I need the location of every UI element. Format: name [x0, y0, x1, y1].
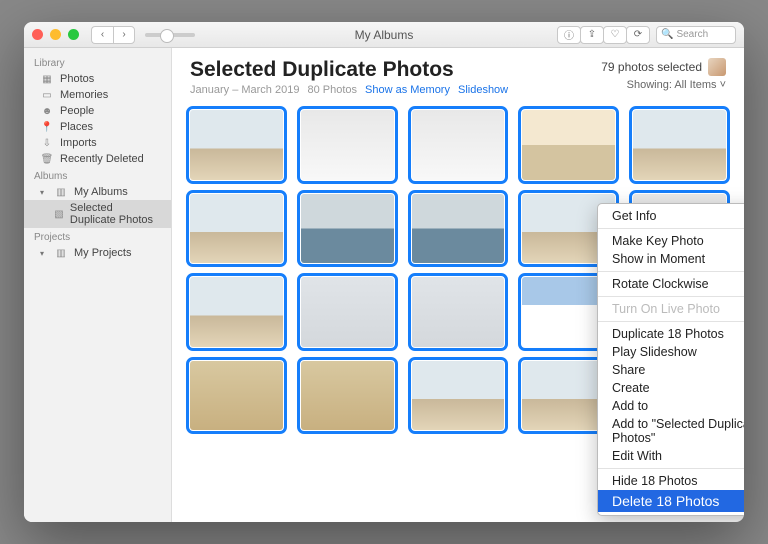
menu-separator: [598, 271, 744, 272]
photo-thumbnail[interactable]: [301, 361, 394, 431]
sidebar: Library ▦Photos ▭Memories ☻People 📍Place…: [24, 48, 172, 522]
context-menu: Get Info Make Key Photo Show in Moment R…: [597, 203, 744, 516]
photo-thumbnail[interactable]: [190, 194, 283, 264]
menu-separator: [598, 468, 744, 469]
chevron-down-icon: ˅: [720, 79, 726, 91]
rotate-button[interactable]: ⟳: [626, 26, 650, 44]
app-window: ‹ › My Albums ⓘ ⇪ ♡ ⟳ 🔍 Search Library ▦…: [24, 22, 744, 522]
menu-duplicate[interactable]: Duplicate 18 Photos: [598, 325, 744, 343]
folder-icon: ▥: [54, 247, 68, 259]
disclosure-icon[interactable]: ▾: [40, 188, 48, 197]
showing-filter[interactable]: Showing: All Items ˅: [601, 79, 726, 91]
menu-create[interactable]: Create▶: [598, 379, 744, 397]
menu-rotate-clockwise[interactable]: Rotate Clockwise: [598, 275, 744, 293]
search-placeholder: Search: [676, 29, 708, 40]
forward-button[interactable]: ›: [113, 26, 135, 44]
menu-separator: [598, 296, 744, 297]
photo-thumbnail[interactable]: [301, 194, 394, 264]
sidebar-item-my-projects[interactable]: ▾▥My Projects: [24, 245, 171, 261]
sidebar-group-albums: Albums: [24, 167, 171, 184]
memories-icon: ▭: [40, 89, 54, 101]
sidebar-item-recently-deleted[interactable]: 🗑Recently Deleted: [24, 151, 171, 167]
titlebar: ‹ › My Albums ⓘ ⇪ ♡ ⟳ 🔍 Search: [24, 22, 744, 48]
disclosure-icon[interactable]: ▾: [40, 249, 48, 258]
search-icon: 🔍: [661, 29, 673, 40]
photo-thumbnail[interactable]: [412, 110, 505, 180]
minimize-window-button[interactable]: [50, 29, 61, 40]
sidebar-item-photos[interactable]: ▦Photos: [24, 71, 171, 87]
sidebar-group-projects: Projects: [24, 228, 171, 245]
window-controls: [32, 29, 79, 40]
share-button[interactable]: ⇪: [580, 26, 604, 44]
slideshow-link[interactable]: Slideshow: [458, 84, 508, 96]
photo-thumbnail[interactable]: [301, 110, 394, 180]
menu-add-to[interactable]: Add to▶: [598, 397, 744, 415]
photos-icon: ▦: [40, 73, 54, 85]
show-as-memory-link[interactable]: Show as Memory: [365, 84, 450, 96]
places-icon: 📍: [40, 121, 54, 133]
zoom-slider[interactable]: [145, 33, 195, 37]
photo-thumbnail[interactable]: [190, 277, 283, 347]
favorite-button[interactable]: ♡: [603, 26, 627, 44]
menu-delete[interactable]: Delete 18 Photos: [598, 490, 744, 512]
menu-share[interactable]: Share▶: [598, 361, 744, 379]
album-icon: ▧: [54, 208, 64, 220]
menu-edit-with[interactable]: Edit With▶: [598, 447, 744, 465]
selection-count: 79 photos selected: [601, 60, 702, 74]
menu-separator: [598, 228, 744, 229]
menu-separator: [598, 321, 744, 322]
people-icon: ☻: [40, 105, 54, 117]
sidebar-item-people[interactable]: ☻People: [24, 103, 171, 119]
menu-live-photo: Turn On Live Photo: [598, 300, 744, 318]
sidebar-item-selected-duplicates[interactable]: ▧Selected Duplicate Photos: [24, 200, 171, 228]
imports-icon: ⇩: [40, 137, 54, 149]
back-button[interactable]: ‹: [91, 26, 113, 44]
info-button[interactable]: ⓘ: [557, 26, 581, 44]
sidebar-item-memories[interactable]: ▭Memories: [24, 87, 171, 103]
menu-show-in-moment[interactable]: Show in Moment: [598, 250, 744, 268]
photo-thumbnail[interactable]: [301, 277, 394, 347]
photo-count: 80 Photos: [307, 84, 357, 96]
close-window-button[interactable]: [32, 29, 43, 40]
window-title: My Albums: [355, 28, 414, 42]
menu-play-slideshow[interactable]: Play Slideshow: [598, 343, 744, 361]
sidebar-item-my-albums[interactable]: ▾▥My Albums: [24, 184, 171, 200]
menu-make-key-photo[interactable]: Make Key Photo: [598, 232, 744, 250]
zoom-window-button[interactable]: [68, 29, 79, 40]
photo-thumbnail[interactable]: [522, 110, 615, 180]
menu-get-info[interactable]: Get Info: [598, 207, 744, 225]
page-title: Selected Duplicate Photos: [190, 58, 508, 82]
photo-thumbnail[interactable]: [190, 110, 283, 180]
trash-icon: 🗑: [40, 153, 54, 165]
photo-thumbnail[interactable]: [412, 277, 505, 347]
folder-icon: ▥: [54, 186, 68, 198]
search-input[interactable]: 🔍 Search: [656, 26, 736, 44]
photo-thumbnail[interactable]: [412, 361, 505, 431]
date-range: January – March 2019: [190, 84, 299, 96]
photo-thumbnail[interactable]: [633, 110, 726, 180]
menu-add-to-album[interactable]: Add to "Selected Duplicate Photos": [598, 415, 744, 447]
sidebar-item-places[interactable]: 📍Places: [24, 119, 171, 135]
sidebar-group-library: Library: [24, 54, 171, 71]
photo-thumbnail[interactable]: [412, 194, 505, 264]
photo-thumbnail[interactable]: [190, 361, 283, 431]
sidebar-item-imports[interactable]: ⇩Imports: [24, 135, 171, 151]
main-content: Selected Duplicate Photos January – Marc…: [172, 48, 744, 522]
nav-buttons: ‹ ›: [91, 26, 135, 44]
menu-hide[interactable]: Hide 18 Photos: [598, 472, 744, 490]
avatar[interactable]: [708, 58, 726, 76]
